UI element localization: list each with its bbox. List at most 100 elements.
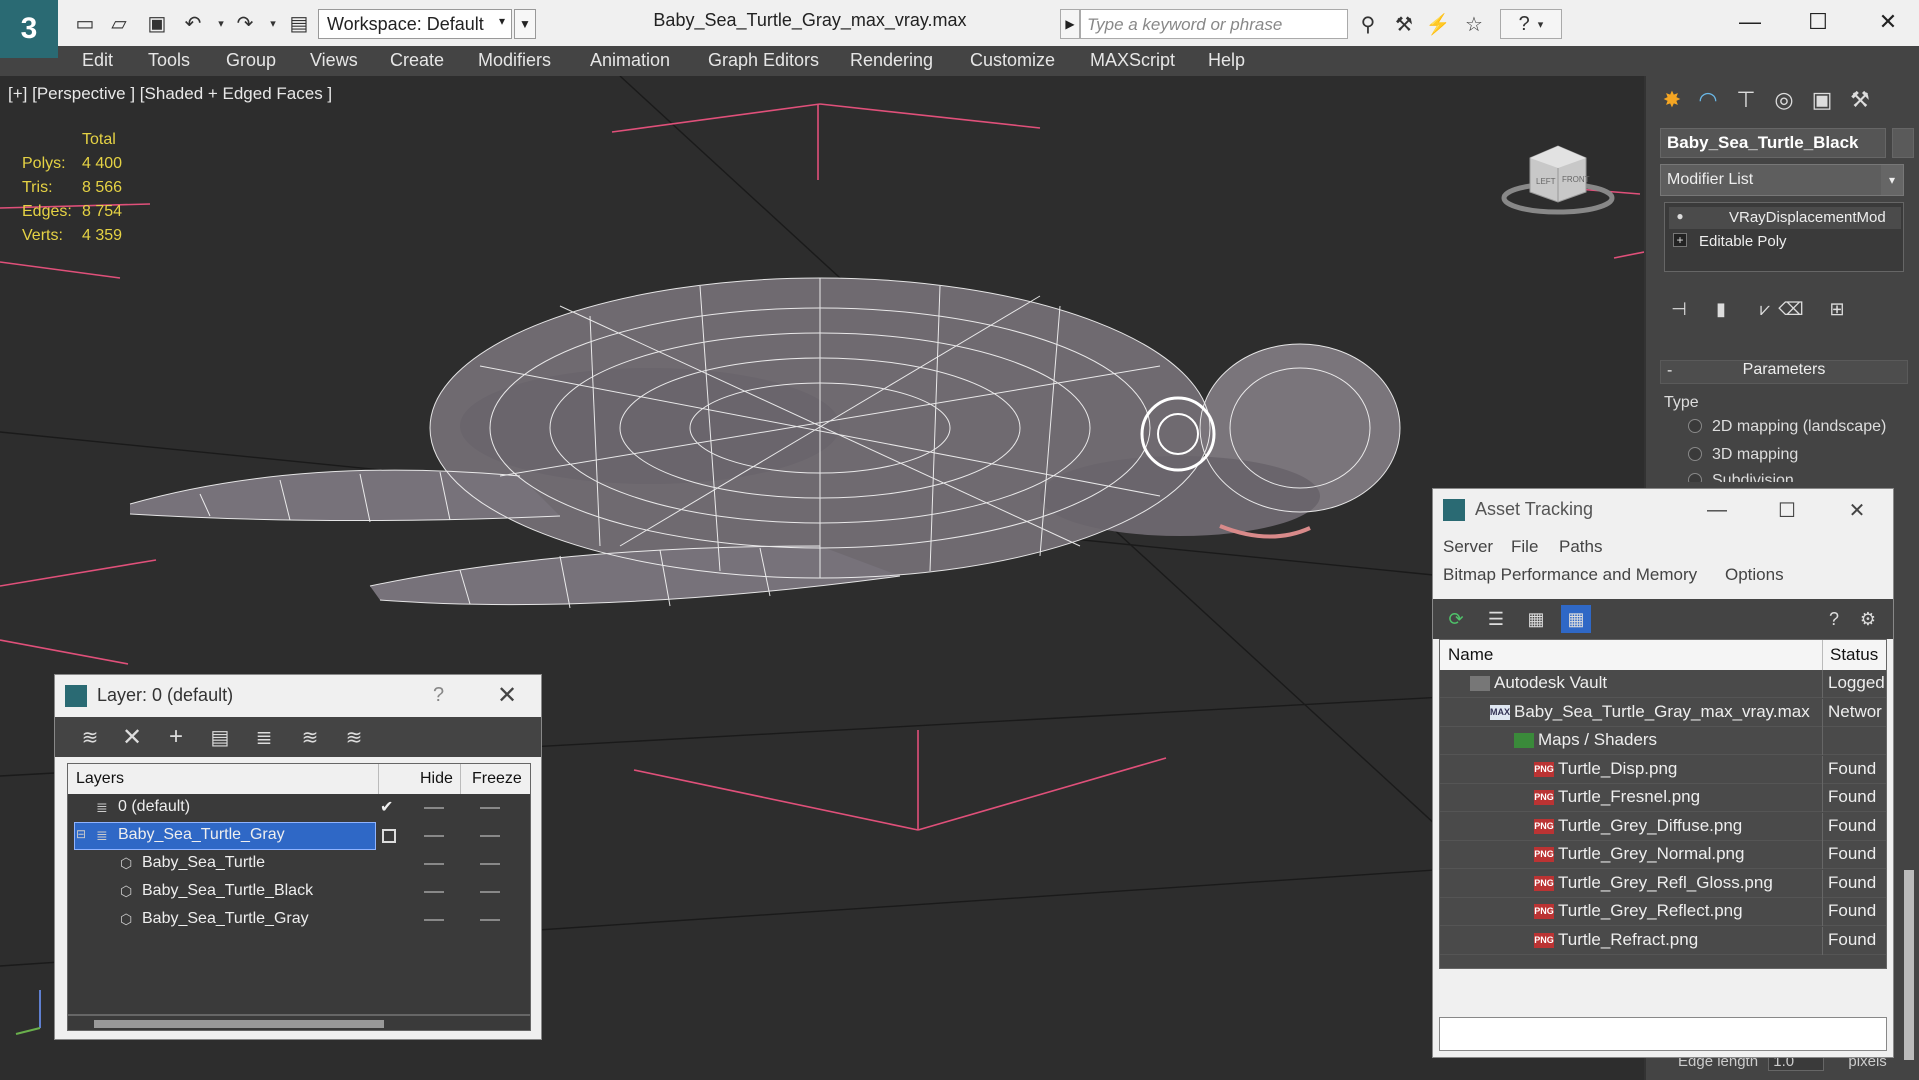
workspace-menu-icon[interactable]: ▼: [514, 9, 536, 39]
asset-row[interactable]: PNG Turtle_Fresnel.png Found: [1440, 784, 1886, 812]
motion-tab-icon[interactable]: ◎: [1766, 82, 1802, 118]
favorites-star-icon[interactable]: ☆: [1460, 10, 1488, 38]
asset-row[interactable]: PNG Turtle_Grey_Diffuse.png Found: [1440, 812, 1886, 841]
asset-row[interactable]: Maps / Shaders: [1440, 727, 1886, 755]
menu-paths[interactable]: Paths: [1559, 537, 1602, 557]
freeze-all-layers-icon[interactable]: ≋: [339, 723, 369, 751]
hide-toggle[interactable]: [424, 891, 444, 893]
tools-icon[interactable]: ⚒: [1390, 10, 1418, 38]
minimize-button[interactable]: —: [1720, 4, 1780, 40]
column-name[interactable]: Name: [1448, 645, 1493, 665]
asset-row[interactable]: PNG Turtle_Grey_Normal.png Found: [1440, 841, 1886, 869]
menu-bitmap-performance[interactable]: Bitmap Performance and Memory: [1443, 565, 1697, 585]
radio-2d-mapping[interactable]: 2D mapping (landscape): [1688, 418, 1908, 436]
menu-help[interactable]: Help: [1208, 50, 1245, 71]
connect-icon[interactable]: ⚡: [1424, 10, 1452, 38]
horizontal-scrollbar[interactable]: [67, 1015, 531, 1031]
collapse-minus-icon[interactable]: ⊟: [76, 827, 92, 843]
menu-animation[interactable]: Animation: [590, 50, 670, 71]
close-button[interactable]: ✕: [497, 681, 517, 710]
hide-toggle[interactable]: [424, 807, 444, 809]
undo-dropdown-icon[interactable]: ▾: [208, 10, 234, 36]
layer-row-baby-sea-turtle-gray[interactable]: ⊟ ≣ Baby_Sea_Turtle_Gray: [68, 822, 530, 850]
create-layer-icon[interactable]: ≋: [75, 723, 105, 751]
layer-row-object[interactable]: ⬡ Baby_Sea_Turtle_Gray: [68, 906, 530, 934]
create-tab-icon[interactable]: ✸: [1654, 82, 1690, 118]
menu-tools[interactable]: Tools: [148, 50, 190, 71]
menu-group[interactable]: Group: [226, 50, 276, 71]
display-tab-icon[interactable]: ▣: [1804, 82, 1840, 118]
asset-path-field[interactable]: [1439, 1017, 1887, 1051]
vertical-scrollbar[interactable]: [1904, 870, 1914, 1060]
menu-options[interactable]: Options: [1725, 565, 1784, 585]
delete-layer-icon[interactable]: ✕: [117, 723, 147, 751]
search-expand-icon[interactable]: ▶: [1060, 9, 1080, 39]
menu-rendering[interactable]: Rendering: [850, 50, 933, 71]
refresh-icon[interactable]: ⟳: [1441, 605, 1471, 633]
configure-modifier-sets-icon[interactable]: ⊞: [1822, 294, 1852, 324]
set-current-layer-box[interactable]: [382, 829, 396, 843]
undo-icon[interactable]: ↶: [180, 10, 206, 36]
stack-item-vraydisplacement[interactable]: ● VRayDisplacementMod: [1669, 207, 1901, 229]
menu-customize[interactable]: Customize: [970, 50, 1055, 71]
select-layer-icon[interactable]: ≣: [249, 723, 279, 751]
help-icon[interactable]: ?: [433, 684, 444, 707]
close-button[interactable]: ✕: [1858, 4, 1918, 40]
modifier-list-dropdown[interactable]: Modifier List ▾: [1660, 164, 1904, 196]
maximize-button[interactable]: ☐: [1788, 4, 1848, 40]
app-logo[interactable]: 3: [0, 0, 58, 58]
radio-subdivision[interactable]: Subdivision: [1688, 472, 1908, 482]
redo-icon[interactable]: ↷: [232, 10, 258, 36]
settings-icon[interactable]: ⚙: [1853, 605, 1883, 633]
asset-row[interactable]: PNG Turtle_Refract.png Found: [1440, 926, 1886, 955]
column-freeze[interactable]: Freeze: [472, 770, 522, 788]
menu-file[interactable]: File: [1511, 537, 1538, 557]
show-end-result-icon[interactable]: ▮: [1706, 294, 1736, 324]
viewport-label[interactable]: [+] [Perspective ] [Shaded + Edged Faces…: [8, 84, 332, 104]
parameters-rollout-header[interactable]: - Parameters: [1660, 360, 1908, 384]
asset-row[interactable]: PNG Turtle_Grey_Reflect.png Found: [1440, 898, 1886, 926]
help-button[interactable]: ? ▾: [1500, 9, 1562, 39]
remove-modifier-icon[interactable]: ⌫: [1776, 294, 1806, 324]
menu-create[interactable]: Create: [390, 50, 444, 71]
list-view-icon[interactable]: ☰: [1481, 605, 1511, 633]
select-layer-objects-icon[interactable]: ▤: [205, 723, 235, 751]
hide-toggle[interactable]: [424, 919, 444, 921]
menu-modifiers[interactable]: Modifiers: [478, 50, 551, 71]
column-layers[interactable]: Layers: [76, 770, 124, 788]
project-folder-icon[interactable]: ▤: [286, 10, 312, 36]
modify-tab-icon[interactable]: ◠: [1690, 82, 1726, 118]
add-to-layer-icon[interactable]: +: [161, 723, 191, 751]
layer-row-object[interactable]: ⬡ Baby_Sea_Turtle: [68, 850, 530, 878]
save-file-icon[interactable]: ▣: [144, 10, 170, 36]
layer-row-default[interactable]: ≣ 0 (default) ✔: [68, 794, 530, 822]
hide-toggle[interactable]: [424, 835, 444, 837]
current-layer-check-icon[interactable]: ✔: [380, 797, 393, 817]
column-hide[interactable]: Hide: [420, 770, 453, 788]
asset-row[interactable]: PNG Turtle_Disp.png Found: [1440, 755, 1886, 784]
table-view-icon[interactable]: ▦: [1561, 605, 1591, 633]
asset-row[interactable]: MAX Baby_Sea_Turtle_Gray_max_vray.max Netw…: [1440, 698, 1886, 727]
asset-row[interactable]: PNG Turtle_Grey_Refl_Gloss.png Found: [1440, 869, 1886, 898]
workspace-selector[interactable]: Workspace: Default ▾: [318, 9, 512, 39]
hierarchy-tab-icon[interactable]: ⊤: [1728, 82, 1764, 118]
menu-server[interactable]: Server: [1443, 537, 1493, 557]
redo-dropdown-icon[interactable]: ▾: [260, 10, 286, 36]
column-status[interactable]: Status: [1830, 645, 1878, 665]
utilities-tab-icon[interactable]: ⚒: [1842, 82, 1878, 118]
freeze-toggle[interactable]: [480, 863, 500, 865]
menu-graph-editors[interactable]: Graph Editors: [708, 50, 819, 71]
tree-view-icon[interactable]: ▦: [1521, 605, 1551, 633]
pin-stack-icon[interactable]: ⊣: [1664, 294, 1694, 324]
menu-edit[interactable]: Edit: [82, 50, 113, 71]
expand-plus-icon[interactable]: +: [1673, 233, 1687, 247]
help-icon[interactable]: ?: [1819, 605, 1849, 633]
new-file-icon[interactable]: ▭: [72, 10, 98, 36]
minimize-button[interactable]: —: [1697, 495, 1737, 525]
radio-3d-mapping[interactable]: 3D mapping: [1688, 446, 1908, 464]
layer-window-titlebar[interactable]: Layer: 0 (default) ? ✕: [55, 675, 541, 717]
object-name-field[interactable]: Baby_Sea_Turtle_Black: [1660, 128, 1886, 158]
hide-all-layers-icon[interactable]: ≋: [295, 723, 325, 751]
search-input[interactable]: Type a keyword or phrase: [1080, 9, 1348, 39]
hide-toggle[interactable]: [424, 863, 444, 865]
